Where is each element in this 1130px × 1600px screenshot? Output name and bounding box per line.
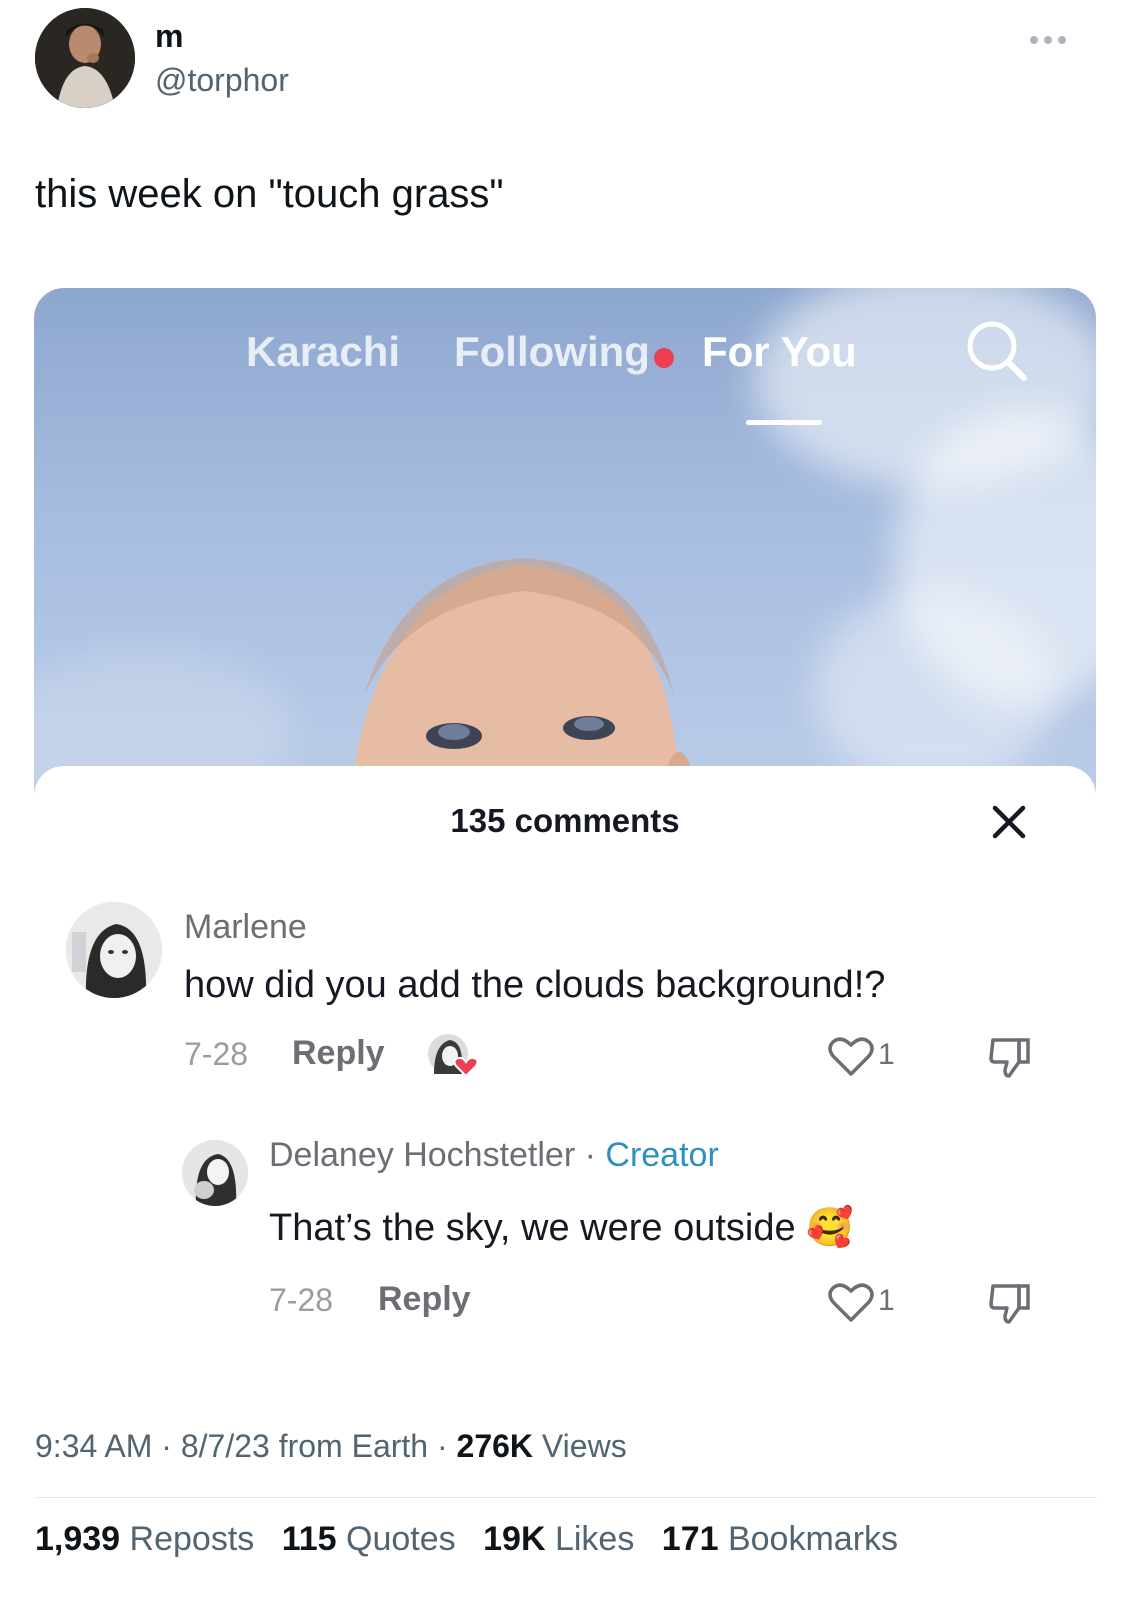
comment-date: 7-28 (184, 1036, 249, 1072)
tweet-metadata: 9:34 AM · 8/7/23 from Earth · 276K Views (35, 1428, 627, 1464)
smiling-hearts-emoji: 🥰 (806, 1207, 854, 1249)
reposts-stat[interactable]: 1,939 Reposts (35, 1520, 254, 1559)
reply-button[interactable]: Reply (292, 1034, 385, 1073)
creator-comment-header: Delaney Hochstetler · Creator (269, 1136, 719, 1175)
dislike-icon[interactable] (987, 1280, 1033, 1326)
comment-date: 7-28 (269, 1282, 334, 1318)
heart-outline-icon[interactable] (826, 1034, 876, 1078)
comment-text: how did you add the clouds background!? (184, 964, 886, 1006)
comment-author[interactable]: Marlene (184, 908, 307, 947)
author-name[interactable]: m (155, 18, 183, 55)
comment-text-row: That’s the sky, we were outside 🥰 (269, 1206, 854, 1250)
embedded-media[interactable]: Karachi Following For You 135 comments M… (34, 288, 1096, 1358)
feed-tabs: Karachi Following For You (34, 328, 1096, 425)
reply-button[interactable]: Reply (378, 1280, 471, 1319)
creator-avatar[interactable] (182, 1140, 248, 1206)
commenter-avatar[interactable] (66, 902, 162, 998)
bookmarks-stat[interactable]: 171 Bookmarks (662, 1520, 898, 1559)
likes-stat[interactable]: 19K Likes (483, 1520, 634, 1559)
comment-text: That’s the sky, we were outside (269, 1207, 796, 1249)
dislike-icon[interactable] (987, 1034, 1033, 1080)
more-icon[interactable] (1030, 30, 1090, 50)
tweet-time[interactable]: 9:34 AM (35, 1428, 152, 1464)
tab-for-you[interactable]: For You (702, 328, 857, 376)
creator-liked-badge (426, 1032, 479, 1080)
tweet-date[interactable]: 8/7/23 (181, 1428, 270, 1464)
like-count: 1 (878, 1038, 895, 1071)
author-avatar[interactable] (35, 8, 135, 108)
divider (35, 1497, 1097, 1498)
views-label: Views (541, 1428, 627, 1464)
separator: · (584, 1136, 596, 1174)
engagement-stats: 1,939 Reposts 115 Quotes 19K Likes 171 B… (35, 1520, 916, 1559)
creator-badge: Creator (605, 1136, 719, 1174)
tweet-source: from Earth (278, 1428, 429, 1464)
quotes-stat[interactable]: 115 Quotes (282, 1520, 456, 1559)
heart-outline-icon[interactable] (826, 1280, 876, 1324)
author-handle[interactable]: @torphor (155, 62, 289, 99)
video-background: Karachi Following For You (34, 288, 1096, 866)
close-icon[interactable] (989, 802, 1029, 842)
comments-count: 135 comments (450, 802, 680, 839)
tab-following[interactable]: Following (454, 328, 650, 376)
tweet-text: this week on "touch grass" (35, 172, 504, 216)
notification-dot (654, 348, 674, 368)
comment-author[interactable]: Delaney Hochstetler (269, 1136, 575, 1174)
search-icon[interactable] (964, 318, 1030, 384)
comments-sheet: 135 comments Marlene how did you add the… (34, 766, 1096, 1358)
active-tab-indicator (746, 420, 822, 425)
views-count: 276K (456, 1428, 534, 1464)
like-count: 1 (878, 1284, 895, 1317)
tab-karachi[interactable]: Karachi (246, 328, 400, 376)
